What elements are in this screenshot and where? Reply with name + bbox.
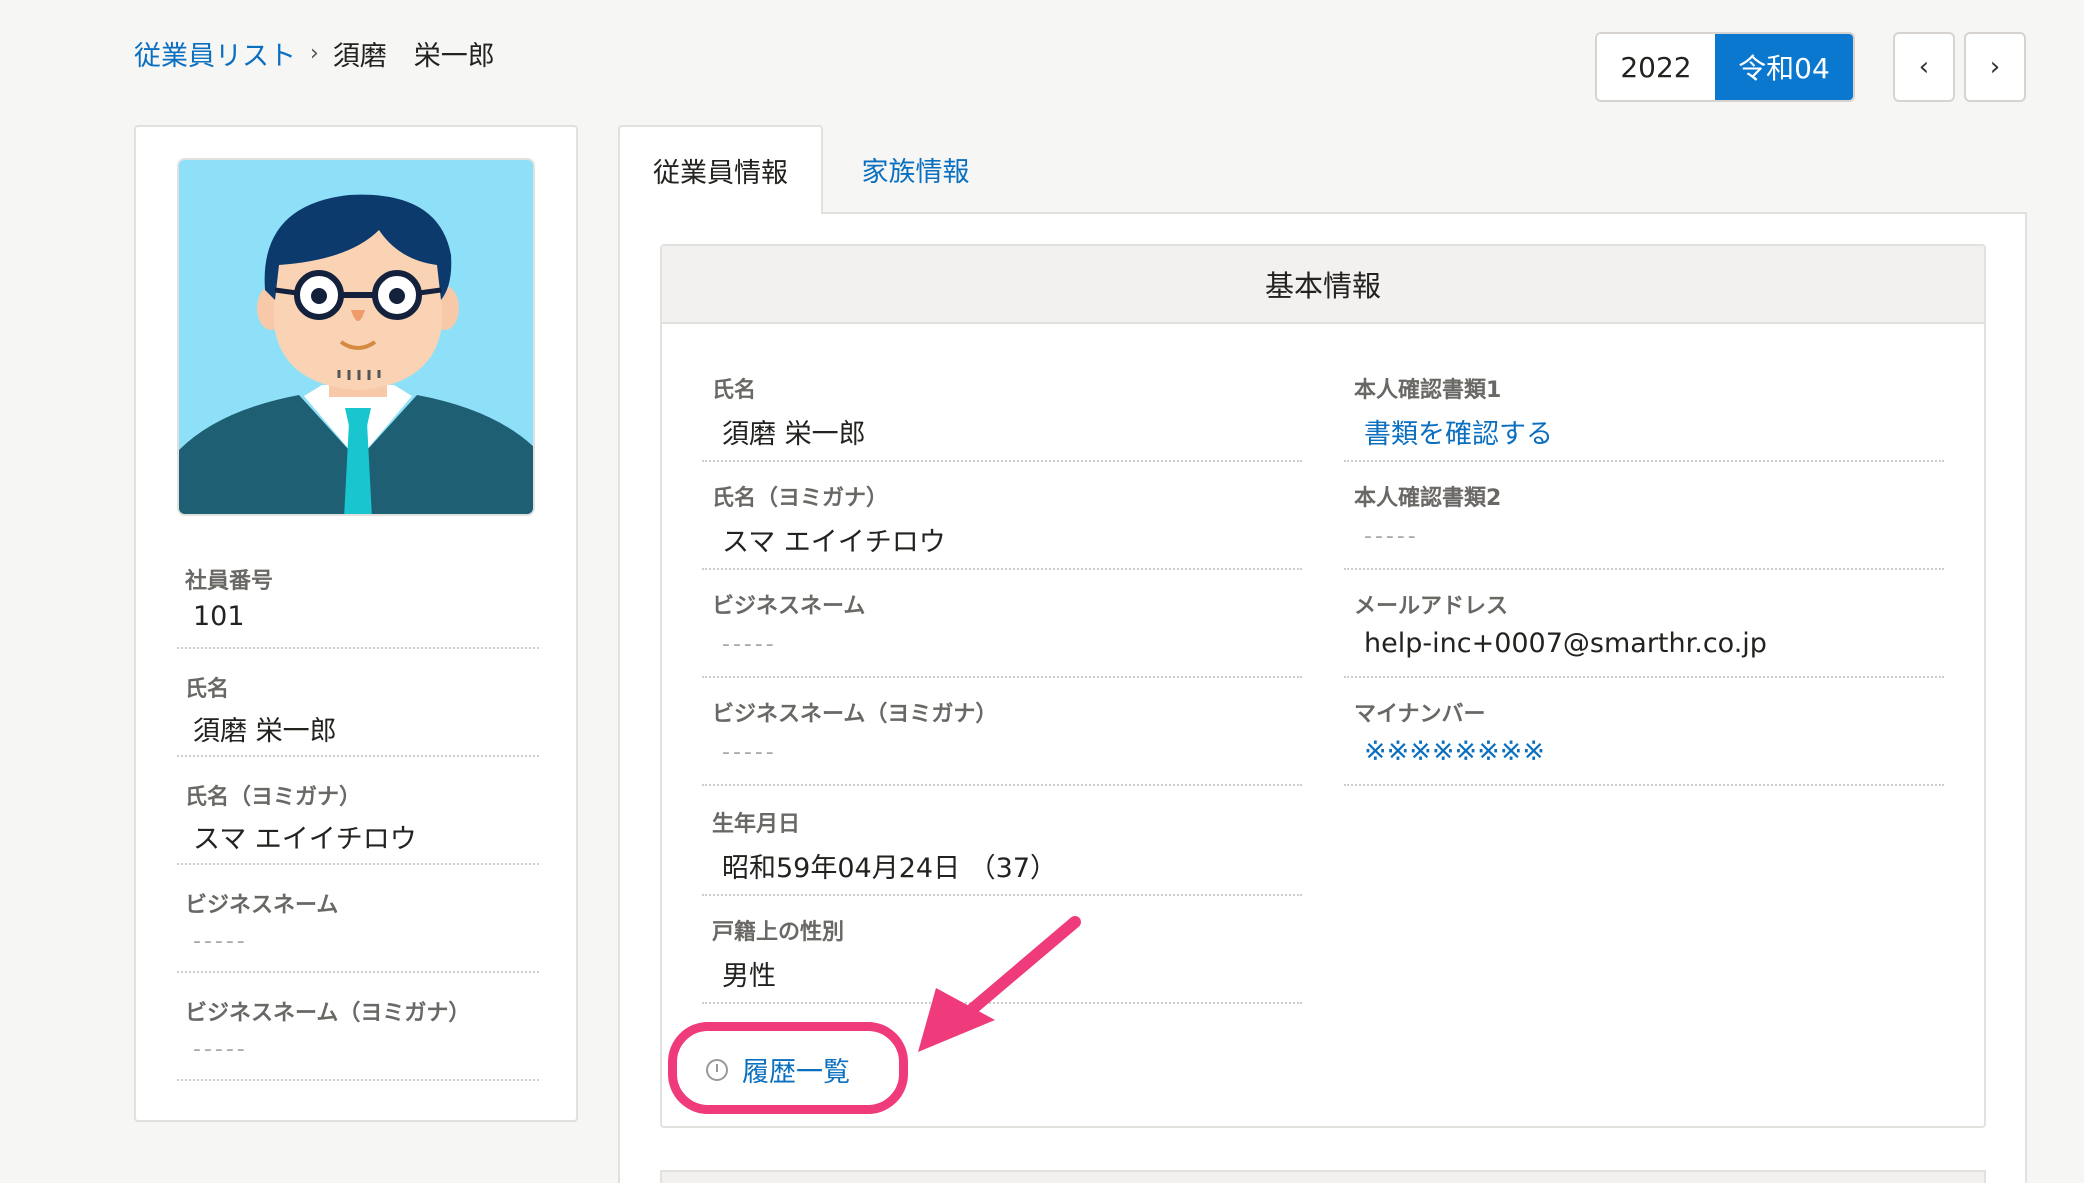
field-label: ビジネスネーム（ヨミガナ） bbox=[185, 1001, 471, 1026]
field-label: 本人確認書類2 bbox=[1354, 486, 1502, 511]
field-value: 101 bbox=[193, 601, 245, 632]
chevron-left-icon: ‹ bbox=[1918, 52, 1930, 82]
field-value: ----- bbox=[193, 1037, 248, 1062]
field-value: help-inc+0007@smarthr.co.jp bbox=[1364, 628, 1767, 659]
field-id-document-2: 本人確認書類2 ----- bbox=[1344, 462, 1944, 570]
my-number-link[interactable]: ※※※※※※※※ bbox=[1364, 736, 1545, 767]
tab-family-info[interactable]: 家族情報 bbox=[823, 125, 1008, 214]
field-value: スマ エイイチロウ bbox=[193, 824, 417, 855]
next-employee-button[interactable]: › bbox=[1964, 32, 2026, 102]
profile-employee-number: 社員番号 101 bbox=[177, 545, 539, 649]
profile-business-name-kana: ビジネスネーム（ヨミガナ） ----- bbox=[177, 977, 539, 1081]
year-format-toggle: 2022 令和04 bbox=[1595, 32, 1855, 102]
profile-business-name: ビジネスネーム ----- bbox=[177, 869, 539, 973]
field-business-name-kana: ビジネスネーム（ヨミガナ） ----- bbox=[702, 678, 1302, 786]
field-label: 氏名 bbox=[712, 378, 757, 403]
view-document-link[interactable]: 書類を確認する bbox=[1364, 412, 1553, 451]
section-title: 基本情報 bbox=[662, 246, 1984, 324]
field-label: 生年月日 bbox=[712, 812, 801, 837]
field-value: ----- bbox=[722, 740, 777, 765]
field-label: 氏名（ヨミガナ） bbox=[185, 785, 362, 810]
annotation-highlight-circle bbox=[668, 1022, 908, 1114]
avatar bbox=[177, 158, 535, 516]
field-label: マイナンバー bbox=[1354, 702, 1486, 727]
breadcrumb: 従業員リスト › 須磨 栄一郎 bbox=[134, 34, 495, 73]
field-label: 社員番号 bbox=[185, 569, 274, 594]
chevron-right-icon: › bbox=[1989, 52, 2001, 82]
field-name: 氏名 須磨 栄一郎 bbox=[702, 354, 1302, 462]
field-value: ----- bbox=[1364, 524, 1419, 549]
field-label: 本人確認書類1 bbox=[1354, 378, 1502, 403]
field-value: ----- bbox=[722, 632, 777, 657]
field-id-document-1: 本人確認書類1 書類を確認する bbox=[1344, 354, 1944, 462]
profile-card: 社員番号 101 氏名 須磨 栄一郎 氏名（ヨミガナ） スマ エイイチロウ ビジ… bbox=[134, 125, 578, 1122]
field-my-number: マイナンバー ※※※※※※※※ bbox=[1344, 678, 1944, 786]
field-name-kana: 氏名（ヨミガナ） スマ エイイチロウ bbox=[702, 462, 1302, 570]
field-label: メールアドレス bbox=[1354, 594, 1509, 619]
field-label: ビジネスネーム bbox=[712, 594, 866, 619]
field-value: 須磨 栄一郎 bbox=[722, 419, 866, 450]
profile-name: 氏名 須磨 栄一郎 bbox=[177, 653, 539, 757]
field-label: 氏名（ヨミガナ） bbox=[712, 486, 889, 511]
annotation-arrow-icon bbox=[918, 916, 1081, 1052]
field-value: 須磨 栄一郎 bbox=[193, 716, 337, 747]
field-value: ----- bbox=[193, 929, 248, 954]
next-section-header bbox=[660, 1170, 1986, 1183]
field-label: 氏名 bbox=[185, 677, 230, 702]
breadcrumb-employee-list-link[interactable]: 従業員リスト bbox=[134, 34, 296, 73]
breadcrumb-separator: › bbox=[310, 41, 319, 66]
field-label: ビジネスネーム bbox=[185, 893, 339, 918]
field-email: メールアドレス help-inc+0007@smarthr.co.jp bbox=[1344, 570, 1944, 678]
avatar-illustration bbox=[179, 160, 533, 514]
field-value: スマ エイイチロウ bbox=[722, 527, 946, 558]
field-value: 男性 bbox=[722, 961, 776, 992]
previous-employee-button[interactable]: ‹ bbox=[1893, 32, 1955, 102]
tab-employee-info[interactable]: 従業員情報 bbox=[618, 125, 823, 214]
western-year-button[interactable]: 2022 bbox=[1597, 34, 1715, 100]
breadcrumb-current: 須磨 栄一郎 bbox=[332, 41, 495, 72]
field-label: ビジネスネーム（ヨミガナ） bbox=[712, 702, 998, 727]
field-label: 戸籍上の性別 bbox=[712, 920, 845, 945]
profile-name-kana: 氏名（ヨミガナ） スマ エイイチロウ bbox=[177, 761, 539, 865]
field-business-name: ビジネスネーム ----- bbox=[702, 570, 1302, 678]
field-birthdate: 生年月日 昭和59年04月24日 （37） bbox=[702, 788, 1302, 896]
japanese-era-year-button[interactable]: 令和04 bbox=[1715, 34, 1853, 100]
field-value: 昭和59年04月24日 （37） bbox=[722, 853, 1058, 884]
